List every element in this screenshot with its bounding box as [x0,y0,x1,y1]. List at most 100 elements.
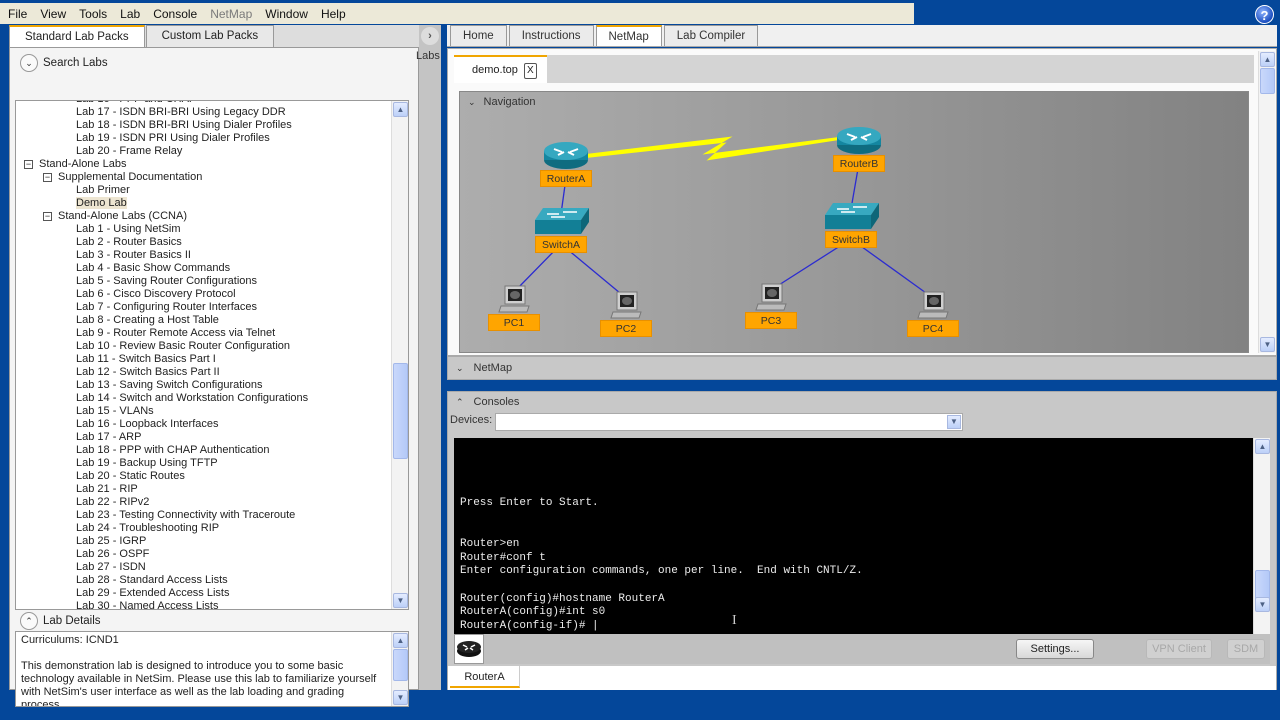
tree-item[interactable]: Lab 20 - Frame Relay [16,145,392,158]
tree-item[interactable]: Lab 24 - Troubleshooting RIP [16,522,392,535]
menu-netmap[interactable]: NetMap [210,7,252,21]
device-pc4[interactable]: PC4 [903,290,963,337]
tree-item[interactable]: − Supplemental Documentation [16,171,392,184]
chevron-down-icon[interactable]: ⌄ [20,54,38,72]
tree-item[interactable]: Lab 29 - Extended Access Lists [16,587,392,600]
tree-item[interactable]: Lab 5 - Saving Router Configurations [16,275,392,288]
tree-item[interactable]: Lab 2 - Router Basics [16,236,392,249]
device-pc3[interactable]: PC3 [741,282,801,329]
menu-window[interactable]: Window [265,7,308,21]
tab-netmap[interactable]: NetMap [595,25,662,46]
menu-help[interactable]: Help [321,7,346,21]
lab-tree-scrollbar[interactable]: ▲ ▼ [391,101,408,609]
tree-item[interactable]: Lab 17 - ARP [16,431,392,444]
tree-item[interactable]: Lab 23 - Testing Connectivity with Trace… [16,509,392,522]
tree-item[interactable]: Demo Lab [16,197,392,210]
tree-item[interactable]: Lab 11 - Switch Basics Part I [16,353,392,366]
scroll-thumb[interactable] [393,363,408,459]
settings-button[interactable]: Settings... [1016,639,1094,659]
tree-item[interactable]: Lab 16 - Loopback Interfaces [16,418,392,431]
scroll-thumb[interactable] [393,649,408,681]
tree-item[interactable]: Lab 19 - Backup Using TFTP [16,457,392,470]
consoles-header[interactable]: ⌃ Consoles [456,396,519,408]
device-routerb[interactable]: RouterB [829,125,889,172]
vpn-client-button[interactable]: VPN Client [1146,639,1212,659]
map-scrollbar[interactable]: ▲ ▼ [1258,51,1275,353]
tree-item[interactable]: Lab 22 - RIPv2 [16,496,392,509]
chevron-right-icon[interactable]: › [421,27,439,45]
tab-custom-lab-packs[interactable]: Custom Lab Packs [145,25,275,47]
help-icon[interactable]: ? [1255,5,1274,24]
chevron-down-icon[interactable]: ▼ [947,415,961,429]
search-labs-section[interactable]: ⌄ Search Labs [20,54,108,72]
collapse-icon[interactable]: − [43,172,52,182]
tab-instructions[interactable]: Instructions [508,25,594,46]
menu-tools[interactable]: Tools [79,7,107,21]
close-icon[interactable]: X [523,63,537,79]
scroll-up-icon[interactable]: ▲ [393,102,408,117]
tree-item[interactable]: Lab 18 - ISDN BRI-BRI Using Dialer Profi… [16,119,392,132]
tab-home[interactable]: Home [450,25,507,46]
tree-item[interactable]: Lab 28 - Standard Access Lists [16,574,392,587]
tree-item[interactable]: Lab 15 - VLANs [16,405,392,418]
tree-item[interactable]: − Stand-Alone Labs [16,158,392,171]
tree-item[interactable]: Lab 9 - Router Remote Access via Telnet [16,327,392,340]
device-routera[interactable]: RouterA [536,140,596,187]
console-terminal[interactable]: Press Enter to Start. Router>en Router#c… [454,438,1270,634]
tree-item[interactable]: Lab 17 - ISDN BRI-BRI Using Legacy DDR [16,106,392,119]
tab-lab-compiler[interactable]: Lab Compiler [663,25,759,46]
menu-console[interactable]: Console [153,7,197,21]
tab-standard-lab-packs[interactable]: Standard Lab Packs [9,25,145,47]
tree-item[interactable]: Lab 4 - Basic Show Commands [16,262,392,275]
scroll-thumb[interactable] [1260,68,1275,94]
tree-item[interactable]: Lab 25 - IGRP [16,535,392,548]
scroll-down-icon[interactable]: ▼ [393,690,408,705]
menu-view[interactable]: View [40,7,66,21]
device-switcha[interactable]: SwitchA [531,206,591,253]
tree-item[interactable]: − Stand-Alone Labs (CCNA) [16,210,392,223]
netmap-section-header[interactable]: ⌄ NetMap [447,356,1277,380]
device-pc2[interactable]: PC2 [596,290,656,337]
device-pc1[interactable]: PC1 [484,284,544,331]
tree-item[interactable]: Lab 21 - RIP [16,483,392,496]
lab-details-section[interactable]: ⌃ Lab Details [20,612,101,630]
labs-collapse-bar[interactable]: › Labs [416,25,441,690]
collapse-icon[interactable]: − [24,159,33,169]
tree-item[interactable]: Lab 7 - Configuring Router Interfaces [16,301,392,314]
scroll-up-icon[interactable]: ▲ [1260,52,1275,67]
tree-item[interactable]: Lab 3 - Router Basics II [16,249,392,262]
devices-select[interactable]: ▼ [495,413,963,431]
map-tab-demo[interactable]: demo.top X [454,55,547,83]
tree-item[interactable]: Lab 18 - PPP with CHAP Authentication [16,444,392,457]
serial-link[interactable] [586,136,839,161]
details-scrollbar[interactable]: ▲ ▼ [391,632,408,706]
console-tab-routera[interactable]: RouterA [450,666,520,688]
tree-item[interactable]: Lab 30 - Named Access Lists [16,600,392,609]
tree-item[interactable]: Lab 26 - OSPF [16,548,392,561]
sdm-button[interactable]: SDM [1227,639,1265,659]
scroll-down-icon[interactable]: ▼ [393,593,408,608]
tree-item[interactable]: Lab 14 - Switch and Workstation Configur… [16,392,392,405]
menu-file[interactable]: File [8,7,27,21]
tree-item[interactable]: Lab 8 - Creating a Host Table [16,314,392,327]
network-map-canvas[interactable]: ⌄ Navigation RouterA RouterB SwitchA SwitchB… [459,91,1249,353]
terminal-scrollbar[interactable]: ▲ ▼ [1253,438,1270,634]
scroll-thumb[interactable] [1255,570,1270,600]
scroll-up-icon[interactable]: ▲ [393,633,408,648]
tree-item[interactable]: Lab 10 - Review Basic Router Configurati… [16,340,392,353]
device-switchb[interactable]: SwitchB [821,201,881,248]
scroll-up-icon[interactable]: ▲ [1255,439,1270,454]
tree-item[interactable]: Lab 20 - Static Routes [16,470,392,483]
menu-lab[interactable]: Lab [120,7,140,21]
chevron-up-icon[interactable]: ⌃ [20,612,38,630]
scroll-down-icon[interactable]: ▼ [1260,337,1275,352]
tree-item[interactable]: Lab 12 - Switch Basics Part II [16,366,392,379]
collapse-icon[interactable]: − [43,211,52,221]
tree-item[interactable]: Lab 27 - ISDN [16,561,392,574]
tree-item[interactable]: Lab 19 - ISDN PRI Using Dialer Profiles [16,132,392,145]
tree-item[interactable]: Lab Primer [16,184,392,197]
scroll-down-icon[interactable]: ▼ [1255,597,1270,612]
tree-item[interactable]: Lab 13 - Saving Switch Configurations [16,379,392,392]
tree-item[interactable]: Lab 6 - Cisco Discovery Protocol [16,288,392,301]
tree-item[interactable]: Lab 1 - Using NetSim [16,223,392,236]
